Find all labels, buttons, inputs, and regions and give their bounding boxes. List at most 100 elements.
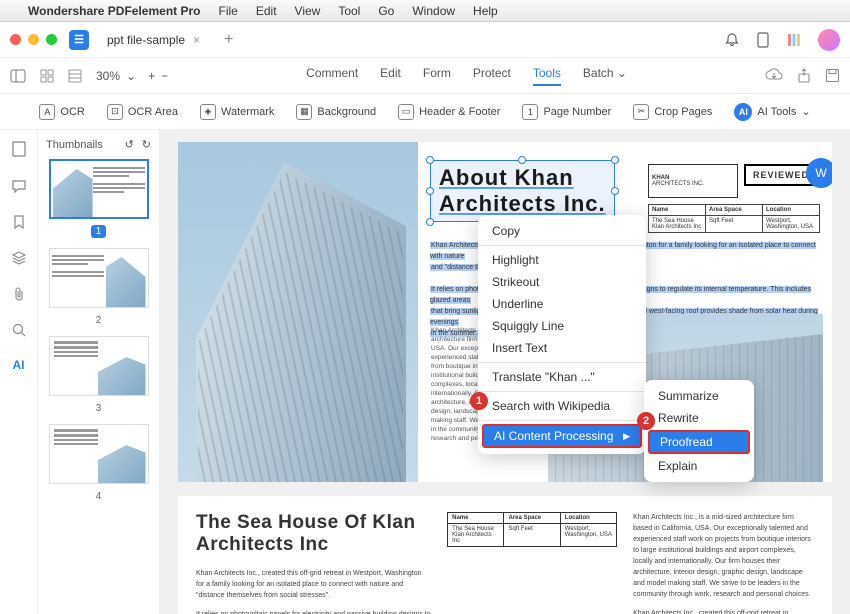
palette-icon[interactable]: [786, 32, 802, 48]
mode-tabs: Comment Edit Form Protect Tools Batch ⌄: [306, 66, 627, 86]
tab-edit[interactable]: Edit: [380, 66, 401, 86]
zoom-out-button[interactable]: −: [161, 69, 168, 83]
thumbnail-page-4[interactable]: 4: [46, 424, 151, 502]
close-window-button[interactable]: [10, 34, 21, 45]
context-translate[interactable]: Translate "Khan ...": [478, 366, 646, 388]
sidebar-toggle-icon[interactable]: [10, 69, 26, 83]
context-squiggly[interactable]: Squiggly Line: [478, 315, 646, 337]
page-number-icon: 1: [522, 104, 538, 120]
crop-icon: ✂: [633, 104, 649, 120]
device-icon[interactable]: [756, 32, 770, 48]
left-rail: AI: [0, 130, 38, 614]
tab-tools[interactable]: Tools: [533, 66, 561, 86]
app-icon: ☰: [69, 30, 89, 50]
context-wikipedia[interactable]: Search with Wikipedia: [478, 395, 646, 417]
document-tab[interactable]: ppt file-sample ×: [97, 29, 210, 51]
bell-icon[interactable]: [724, 32, 740, 48]
comment-rail-icon[interactable]: [11, 178, 27, 194]
tools-toolbar: AOCR ⊡OCR Area ◈Watermark ▦Background ▭H…: [0, 94, 850, 130]
context-highlight[interactable]: Highlight: [478, 249, 646, 271]
word-export-fab[interactable]: W: [806, 158, 832, 188]
share-icon[interactable]: [797, 68, 811, 84]
selected-text-title[interactable]: About Khan Architects Inc.: [430, 160, 615, 222]
tab-batch[interactable]: Batch ⌄: [583, 66, 627, 86]
ocr-button[interactable]: AOCR: [39, 104, 84, 120]
chevron-down-icon: ⌄: [126, 69, 136, 83]
ai-tools-button[interactable]: AIAI Tools ⌄: [734, 103, 810, 121]
ocr-area-button[interactable]: ⊡OCR Area: [107, 104, 178, 120]
submenu-arrow-icon: ▶: [623, 431, 630, 442]
ai-icon: AI: [734, 103, 752, 121]
company-logo: KHAN ARCHITECTS INC.: [648, 164, 738, 198]
background-icon: ▦: [296, 104, 312, 120]
menu-file[interactable]: File: [219, 4, 238, 18]
app-name[interactable]: Wondershare PDFelement Pro: [28, 4, 201, 18]
page2-para2: It relies on photovoltaic panels for ele…: [196, 609, 431, 614]
page-2: The Sea House Of Klan Architects Inc Kha…: [178, 496, 832, 614]
menu-view[interactable]: View: [295, 4, 321, 18]
new-tab-button[interactable]: +: [224, 31, 233, 49]
ocr-icon: A: [39, 104, 55, 120]
building-image: [178, 142, 418, 482]
header-footer-button[interactable]: ▭Header & Footer: [398, 104, 500, 120]
search-rail-icon[interactable]: [11, 322, 27, 338]
callout-badge-1: 1: [470, 392, 488, 410]
page2-right-para2: Khan Architects Inc., created this off-g…: [633, 608, 814, 614]
background-button[interactable]: ▦Background: [296, 104, 376, 120]
watermark-icon: ◈: [200, 104, 216, 120]
maximize-window-button[interactable]: [46, 34, 57, 45]
page2-info-table: NameArea SpaceLocation The Sea House Kla…: [447, 512, 617, 547]
window-titlebar: ☰ ppt file-sample × +: [0, 22, 850, 58]
main-area: AI Thumbnails ↺ ↻ 1 2 3 4: [0, 130, 850, 614]
grid-view-icon[interactable]: [40, 69, 54, 83]
zoom-in-button[interactable]: +: [148, 69, 155, 83]
user-avatar[interactable]: [818, 29, 840, 51]
context-underline[interactable]: Underline: [478, 293, 646, 315]
info-table: NameArea SpaceLocation The Sea House Kla…: [648, 204, 820, 233]
tab-comment[interactable]: Comment: [306, 66, 358, 86]
thumbnail-page-3[interactable]: 3: [46, 336, 151, 414]
menu-go[interactable]: Go: [378, 4, 394, 18]
watermark-button[interactable]: ◈Watermark: [200, 104, 274, 120]
macos-menubar: Wondershare PDFelement Pro File Edit Vie…: [0, 0, 850, 22]
menu-edit[interactable]: Edit: [256, 4, 277, 18]
thumbnails-rail-icon[interactable]: [11, 140, 27, 158]
save-icon[interactable]: [825, 68, 840, 84]
crop-pages-button[interactable]: ✂Crop Pages: [633, 104, 712, 120]
tab-protect[interactable]: Protect: [473, 66, 511, 86]
thumbnail-page-1[interactable]: 1: [46, 159, 151, 238]
context-copy[interactable]: Copy: [478, 220, 646, 242]
traffic-lights: [10, 34, 57, 45]
menu-tool[interactable]: Tool: [338, 4, 360, 18]
ai-submenu: Summarize Rewrite Proofread Explain: [644, 380, 754, 482]
thumbnail-page-2[interactable]: 2: [46, 248, 151, 326]
menu-window[interactable]: Window: [412, 4, 455, 18]
list-view-icon[interactable]: [68, 69, 82, 83]
minimize-window-button[interactable]: [28, 34, 39, 45]
bookmark-rail-icon[interactable]: [12, 214, 26, 230]
page2-right-para1: Khan Architects Inc., is a mid-sized arc…: [633, 512, 814, 600]
cloud-icon[interactable]: [765, 68, 783, 84]
tab-form[interactable]: Form: [423, 66, 451, 86]
submenu-summarize[interactable]: Summarize: [644, 385, 754, 407]
submenu-rewrite[interactable]: Rewrite: [644, 407, 754, 429]
page-number-button[interactable]: 1Page Number: [522, 104, 611, 120]
tab-title: ppt file-sample: [107, 33, 185, 47]
context-strikeout[interactable]: Strikeout: [478, 271, 646, 293]
zoom-value: 30%: [96, 69, 120, 83]
submenu-proofread[interactable]: Proofread: [648, 430, 750, 454]
attachment-rail-icon[interactable]: [12, 286, 26, 302]
close-tab-button[interactable]: ×: [193, 33, 200, 47]
menu-help[interactable]: Help: [473, 4, 498, 18]
context-menu: Copy Highlight Strikeout Underline Squig…: [478, 215, 646, 454]
rotate-left-icon[interactable]: ↺: [125, 138, 134, 151]
ai-rail-icon[interactable]: AI: [13, 358, 25, 372]
rotate-right-icon[interactable]: ↻: [142, 138, 151, 151]
main-toolbar: 30% ⌄ + − Comment Edit Form Protect Tool…: [0, 58, 850, 94]
chevron-down-icon: ⌄: [801, 105, 810, 118]
layers-rail-icon[interactable]: [11, 250, 27, 266]
submenu-explain[interactable]: Explain: [644, 455, 754, 477]
context-ai-content-processing[interactable]: AI Content Processing ▶: [482, 424, 642, 448]
zoom-control[interactable]: 30% ⌄ + −: [96, 69, 168, 83]
context-insert-text[interactable]: Insert Text: [478, 337, 646, 359]
